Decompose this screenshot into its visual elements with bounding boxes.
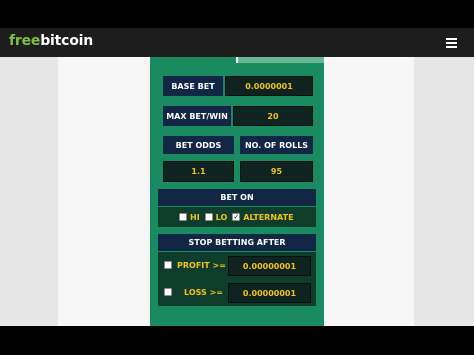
- max-bet-win-label: MAX BET/WIN: [163, 106, 231, 126]
- alternate-checkbox[interactable]: ✓: [232, 212, 241, 221]
- bet-on-header: BET ON: [158, 189, 316, 206]
- base-bet-label: BASE BET: [163, 76, 223, 96]
- max-bet-win-input[interactable]: 20: [233, 106, 313, 126]
- profit-label: PROFIT >=: [177, 261, 226, 270]
- bet-odds-label: BET ODDS: [163, 136, 234, 154]
- logo-part-bitcoin: bitcoin: [40, 33, 93, 49]
- logo-part-free: free: [9, 33, 41, 49]
- loss-label: LOSS >=: [184, 288, 223, 297]
- freebitcoin-logo[interactable]: freebitcoin: [9, 33, 93, 49]
- hi-label: HI: [190, 212, 200, 222]
- hi-checkbox[interactable]: [179, 213, 187, 221]
- loss-checkbox[interactable]: [164, 288, 172, 296]
- profit-input[interactable]: 0.00000001: [228, 256, 311, 276]
- stop-betting-header: STOP BETTING AFTER: [158, 234, 316, 251]
- no-of-rolls-input[interactable]: 95: [240, 161, 313, 182]
- loss-input[interactable]: 0.00000001: [228, 283, 311, 303]
- bet-on-options: HI LO ✓ ALTERNATE: [158, 207, 316, 227]
- alternate-label: ALTERNATE: [243, 212, 294, 222]
- video-letterbox-bottom: [0, 326, 474, 355]
- base-bet-input[interactable]: 0.0000001: [225, 76, 313, 96]
- lo-checkbox[interactable]: [204, 213, 213, 221]
- profit-checkbox[interactable]: [164, 261, 172, 269]
- checkmark-icon: ✓: [233, 212, 240, 221]
- top-navbar: freebitcoin: [0, 28, 474, 58]
- bet-odds-input[interactable]: 1.1: [163, 161, 234, 182]
- hamburger-menu-icon[interactable]: [446, 38, 457, 48]
- no-of-rolls-label: NO. OF ROLLS: [240, 136, 313, 154]
- video-letterbox-top: [0, 0, 474, 28]
- lo-label: LO: [215, 212, 228, 222]
